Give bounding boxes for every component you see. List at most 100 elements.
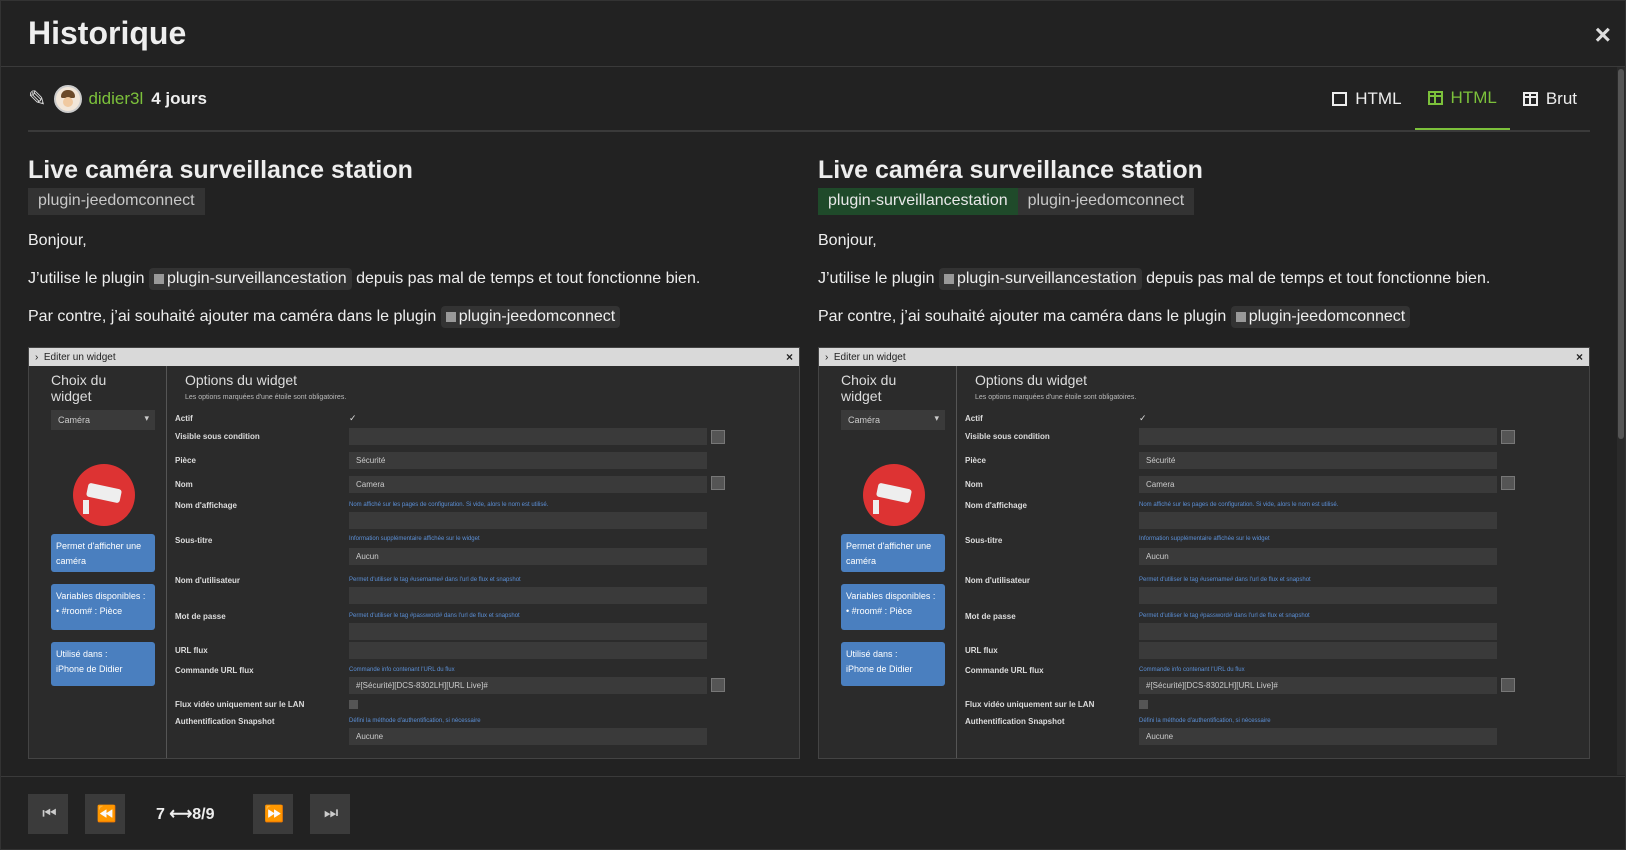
checkbox <box>1139 700 1148 709</box>
scrollbar-thumb[interactable] <box>1618 69 1624 439</box>
field-label: URL flux <box>965 646 998 655</box>
options-heading: Options du widget <box>975 372 1088 388</box>
mode-side-by-side-html[interactable]: HTML <box>1414 68 1510 130</box>
info-card: Variables disponibles : • #room# : Pièce <box>51 584 155 630</box>
square-icon <box>943 274 954 284</box>
mode-raw[interactable]: Brut <box>1510 68 1590 130</box>
field-label: Nom <box>175 480 193 489</box>
plugin-mention[interactable]: plugin-surveillancestation <box>938 268 1142 290</box>
check-icon: ✓ <box>1139 413 1147 423</box>
field-input <box>1139 587 1497 604</box>
text: Par contre, j’ai souhaité ajouter ma cam… <box>28 308 437 325</box>
modal-header: Historique × <box>1 1 1625 67</box>
tag-added[interactable]: plugin-surveillancestation <box>818 188 1018 215</box>
field-help: Commande info contenant l'URL du flux <box>349 667 455 673</box>
mention-label: plugin-surveillancestation <box>956 270 1137 287</box>
card-title: Variables disponibles : <box>846 591 936 601</box>
card-item-text: #room# : Pièce <box>851 606 913 616</box>
field-help: Permet d'utiliser le tag #username# dans… <box>349 577 521 583</box>
username-link[interactable]: didier3l <box>88 89 143 109</box>
tag[interactable]: plugin-jeedomconnect <box>1017 188 1195 215</box>
last-revision-button[interactable]: ⏭ <box>309 793 350 834</box>
widget-select: Caméra <box>841 410 945 430</box>
mention-label: plugin-jeedomconnect <box>1248 308 1406 325</box>
widget-select: Caméra <box>51 410 155 430</box>
field-input <box>349 623 707 640</box>
field-select: Aucune <box>1139 728 1497 745</box>
plugin-mention[interactable]: plugin-surveillancestation <box>148 268 352 290</box>
text: depuis pas mal de temps et tout fonction… <box>1146 270 1491 287</box>
field-label: Commande URL flux <box>965 666 1044 675</box>
field-label: Authentification Snapshot <box>965 717 1065 726</box>
tag[interactable]: plugin-jeedomconnect <box>28 188 205 215</box>
plugin-mention[interactable]: plugin-jeedomconnect <box>440 306 621 328</box>
plugin-mention[interactable]: plugin-jeedomconnect <box>1230 306 1411 328</box>
card-title: Variables disponibles : <box>56 591 146 601</box>
greeting: Bonjour, <box>818 232 877 249</box>
topic-title: Live caméra surveillance station <box>28 156 413 184</box>
mode-label: HTML <box>1355 89 1402 108</box>
field-help: Nom affiché sur les pages de configurati… <box>349 502 549 508</box>
field-label: Actif <box>965 414 983 423</box>
previous-revision: Live caméra surveillance station plugin-… <box>28 142 800 759</box>
mode-label: HTML <box>1450 88 1497 107</box>
square-icon <box>445 312 456 322</box>
widget-chooser: Choix du widget Caméra Permet d'afficher… <box>819 366 957 758</box>
history-modal: Historique × ✎ didier3l 4 jours HTML HTM… <box>0 0 1626 850</box>
greeting: Bonjour, <box>28 232 87 249</box>
split-columns-icon <box>1522 92 1538 106</box>
embedded-screenshot[interactable]: › Editer un widget × Choix du widget Camé… <box>818 347 1590 759</box>
field-select: Sécurité <box>349 452 707 469</box>
field-label: Nom d'utilisateur <box>175 576 241 585</box>
diff-columns: Live caméra surveillance station plugin-… <box>28 142 1590 759</box>
revision-position: 7 ⟷8/9 <box>156 805 215 823</box>
first-revision-button[interactable]: ⏮ <box>28 793 68 834</box>
next-revision-button[interactable]: ⏩ <box>252 793 293 834</box>
card-item: • #room# : Pièce <box>846 606 913 616</box>
card-title: Utilisé dans : <box>56 649 108 659</box>
field-label: Nom <box>965 480 983 489</box>
field-input <box>1139 512 1497 529</box>
field-label: Commande URL flux <box>175 666 254 675</box>
text: J’utilise le plugin <box>818 270 935 287</box>
paragraph: Par contre, j’ai souhaité ajouter ma cam… <box>28 305 800 329</box>
field-help: Permet d'utiliser le tag #password# dans… <box>1139 613 1310 619</box>
text: depuis pas mal de temps et tout fonction… <box>356 270 701 287</box>
field-label: Flux vidéo uniquement sur le LAN <box>965 700 1095 709</box>
revision-age: 4 jours <box>151 89 207 108</box>
field-input <box>1139 623 1497 640</box>
list-icon <box>711 430 725 444</box>
field-label: Nom d'utilisateur <box>965 576 1031 585</box>
card-item: iPhone de Didier <box>56 664 123 674</box>
field-label: Visible sous condition <box>965 432 1050 441</box>
modal-title: Historique <box>28 15 187 51</box>
field-label: Pièce <box>175 456 196 465</box>
pencil-icon: ✎ <box>28 86 47 111</box>
close-icon[interactable]: × <box>1595 19 1611 51</box>
tag-list: plugin-surveillancestation plugin-jeedom… <box>818 188 1590 215</box>
check-icon: ✓ <box>349 413 357 423</box>
info-card: Permet d'afficher une caméra <box>841 534 945 572</box>
info-card: Variables disponibles : • #room# : Pièce <box>841 584 945 630</box>
avatar[interactable] <box>54 85 83 113</box>
card-item: iPhone de Didier <box>846 664 913 674</box>
field-help: Information supplémentaire affichée sur … <box>349 536 480 542</box>
paragraph: Par contre, j’ai souhaité ajouter ma cam… <box>818 305 1590 329</box>
field-label: Sous-titre <box>175 536 213 545</box>
scrollbar[interactable] <box>1617 67 1625 775</box>
topic-title: Live caméra surveillance station <box>818 156 1203 184</box>
field-input: #[Sécurité][DCS-8302LH][URL Live]# <box>349 677 707 694</box>
widget-options: Options du widget Les options marquées d… <box>965 366 1585 758</box>
rewind-icon: ⏪ <box>96 805 117 823</box>
field-select: Aucun <box>349 548 707 565</box>
modal-body: ✎ didier3l 4 jours HTML HTML Brut Live c… <box>1 68 1617 776</box>
embedded-screenshot[interactable]: › Editer un widget × Choix du widget Camé… <box>28 347 800 759</box>
text: J’utilise le plugin <box>28 270 145 287</box>
field-label: URL flux <box>175 646 208 655</box>
paragraph: J’utilise le plugin plugin-surveillances… <box>818 267 1590 291</box>
mode-label: Brut <box>1545 89 1577 108</box>
previous-revision-button[interactable]: ⏪ <box>85 793 125 834</box>
mode-inline-html[interactable]: HTML <box>1319 68 1414 130</box>
field-select: Aucune <box>349 728 707 745</box>
field-help: Information supplémentaire affichée sur … <box>1139 536 1270 542</box>
